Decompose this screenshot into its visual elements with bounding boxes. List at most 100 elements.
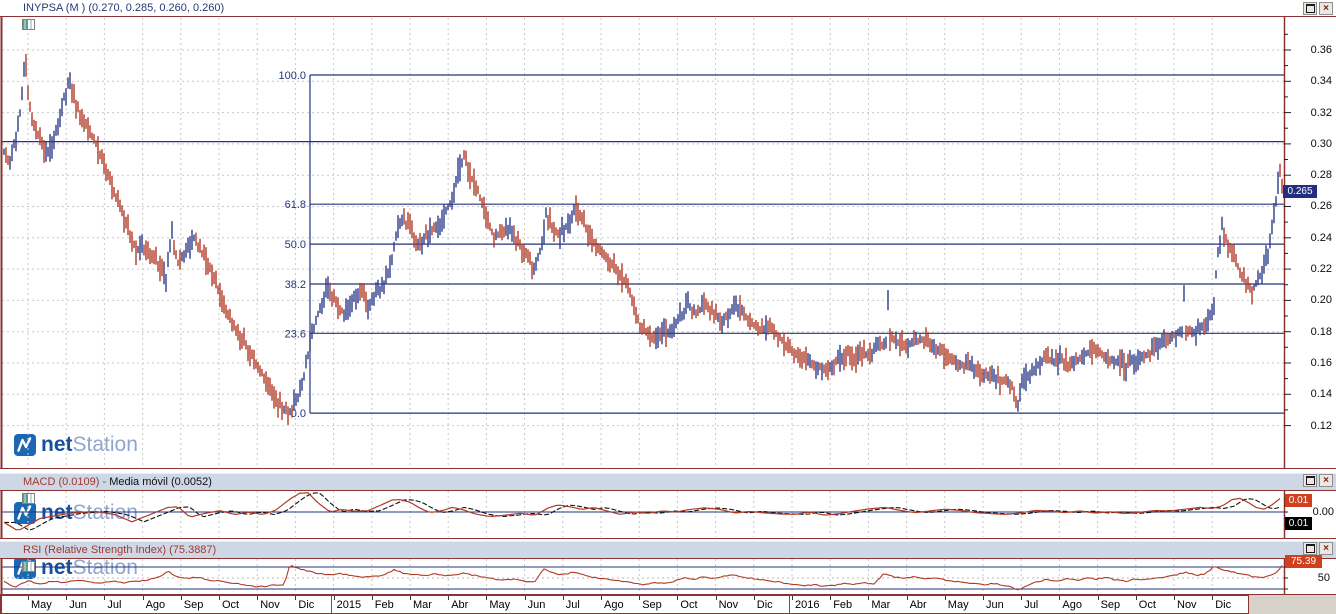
time-axis-label: Jun — [527, 599, 546, 611]
time-axis-label: Nov — [718, 599, 739, 611]
macd-signal-label: Media móvil (0.0052) — [109, 476, 212, 488]
maximize-button[interactable] — [1303, 542, 1317, 555]
time-axis-tick — [295, 596, 297, 600]
time-axis-tick — [448, 596, 450, 600]
time-axis-label: Ago — [1062, 599, 1082, 611]
price-axis-label: 0.24 — [1310, 232, 1332, 244]
time-axis-tick — [371, 596, 373, 600]
time-axis-label: Oct — [222, 599, 240, 611]
price-panel-header: INYPSA (M ) (0.270, 0.285, 0.260, 0.260) — [0, 0, 1336, 30]
indicator-icon — [4, 477, 36, 504]
indicator-icon — [4, 545, 36, 572]
time-axis-label: Sep — [1100, 599, 1121, 611]
time-axis-tick — [257, 596, 259, 600]
time-axis-label: Dic — [756, 599, 773, 611]
price-panel-title: INYPSA (M ) (0.270, 0.285, 0.260, 0.260) — [23, 2, 225, 14]
time-axis-label: Jul — [565, 599, 580, 611]
time-axis-tick — [524, 596, 526, 600]
price-axis-label: 0.30 — [1310, 138, 1332, 150]
time-axis-label: Oct — [680, 599, 698, 611]
time-axis-tick — [1212, 596, 1214, 600]
time-axis-tick — [677, 596, 679, 600]
ohlc-bars-up — [3, 61, 1279, 416]
time-axis-tick — [868, 596, 870, 600]
macd-value-tag: 0.01 — [1285, 494, 1312, 507]
time-axis-label: 2015 — [336, 599, 362, 611]
time-axis-label: Dic — [1215, 599, 1232, 611]
time-axis-label: May — [31, 599, 52, 611]
time-axis-label: Mar — [871, 599, 891, 611]
close-icon: × — [1323, 2, 1329, 14]
time-axis-tick — [28, 596, 29, 600]
time-axis-label: Feb — [374, 599, 394, 611]
maximize-button[interactable] — [1303, 474, 1317, 487]
time-axis-tick — [1135, 596, 1137, 600]
rsi-value-tag: 75.39 — [1285, 555, 1322, 568]
time-axis-tick — [180, 596, 182, 600]
fib-level-label: 0.0 — [291, 408, 306, 420]
price-axis-label: 0.34 — [1310, 75, 1332, 87]
maximize-icon — [1305, 4, 1315, 13]
time-axis-tick — [792, 596, 793, 600]
price-window-buttons: × — [1303, 2, 1333, 15]
close-button[interactable]: × — [1319, 474, 1333, 487]
fib-level-label: 50.0 — [285, 239, 306, 251]
time-axis-label: Abr — [909, 599, 927, 611]
last-price-tag: 0.265 — [1283, 185, 1317, 198]
price-axis-label: 0.28 — [1310, 169, 1332, 181]
time-axis-tick — [1059, 596, 1061, 600]
price-axis-label: 0.26 — [1310, 200, 1332, 212]
time-axis-label: Ago — [604, 599, 624, 611]
fibonacci-retracement: 100.0 61.8 50.0 38.2 23.6 0.0 — [278, 70, 1284, 420]
year-separator — [330, 596, 332, 613]
time-axis-corner — [1249, 595, 1336, 614]
maximize-icon — [1305, 476, 1315, 485]
price-axis-label: 0.22 — [1310, 263, 1332, 275]
year-separator — [789, 596, 790, 613]
time-axis-label: Sep — [183, 599, 204, 611]
close-button[interactable]: × — [1319, 2, 1333, 15]
time-axis-label: Ago — [145, 599, 166, 611]
netstation-window: net Station net Station net Station 100.0 61… — [0, 0, 1336, 614]
time-axis-label: Nov — [260, 599, 280, 611]
time-axis-tick — [410, 596, 411, 600]
time-axis-label: Abr — [451, 599, 469, 611]
price-axis-label: 0.32 — [1310, 107, 1332, 119]
macd-panel-header: MACD (0.0109) - Media móvil (0.0052) — [0, 473, 1336, 504]
time-axis-tick — [1021, 596, 1023, 600]
time-axis-tick — [66, 596, 68, 600]
time-axis-label: Jun — [69, 599, 87, 611]
time-axis-tick — [104, 596, 106, 600]
time-axis-tick — [219, 596, 220, 600]
price-chart[interactable]: 100.0 61.8 50.0 38.2 23.6 0.0 — [0, 0, 1336, 472]
rsi-label: RSI (Relative Strength Index) (75.3887) — [23, 544, 217, 556]
maximize-button[interactable] — [1303, 2, 1317, 15]
close-button[interactable]: × — [1319, 542, 1333, 555]
time-axis-label: Dic — [298, 599, 315, 611]
price-axis-label: 0.12 — [1310, 420, 1332, 432]
time-axis-label: Sep — [642, 599, 662, 611]
chart-type-icon — [4, 3, 36, 30]
macd-signal-tag: 0.01 — [1285, 517, 1312, 530]
fib-level-label: 38.2 — [285, 279, 306, 291]
time-axis-tick — [1174, 596, 1175, 600]
time-axis-tick — [142, 596, 144, 600]
time-axis-tick — [639, 596, 641, 600]
time-axis-tick — [486, 596, 488, 600]
time-axis-label: 2016 — [795, 599, 820, 611]
time-axis-tick — [983, 596, 984, 600]
price-axis-label: 0.18 — [1310, 326, 1332, 338]
time-axis-label: Feb — [833, 599, 853, 611]
time-axis: May Jun Jul Ago Sep Oct Nov Dic 2015 Feb Mar Abr May… — [0, 595, 1249, 614]
time-axis-label: Mar — [413, 599, 432, 611]
maximize-icon — [1305, 544, 1315, 553]
time-axis-label: Jul — [1024, 599, 1039, 611]
time-axis-tick — [944, 596, 946, 600]
rsi-panel-header: RSI (Relative Strength Index) (75.3887) — [0, 541, 1336, 572]
time-axis-label: Nov — [1177, 599, 1197, 611]
macd-window-buttons: × — [1303, 474, 1333, 487]
price-axis-label: 0.14 — [1310, 388, 1332, 400]
close-icon: × — [1323, 542, 1329, 554]
macd-label: MACD (0.0109) — [23, 476, 100, 488]
time-axis-tick — [333, 596, 335, 600]
